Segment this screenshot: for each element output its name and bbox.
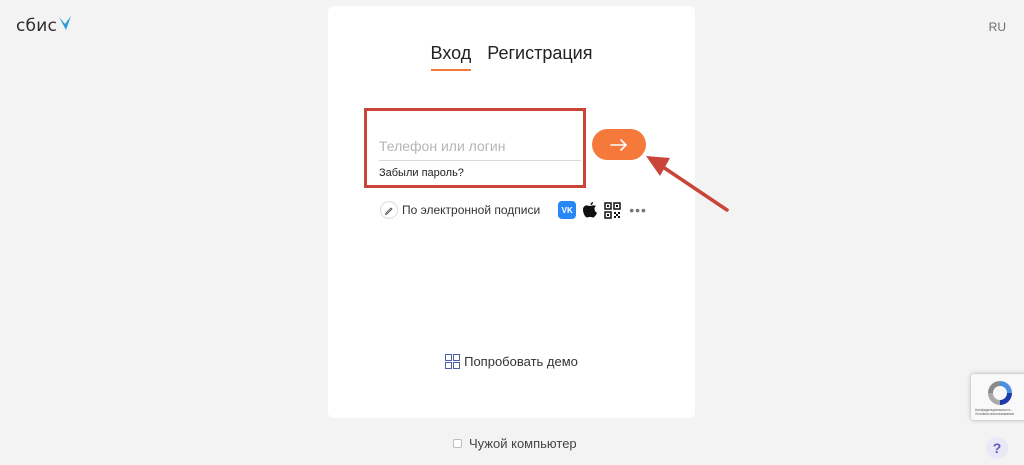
recaptcha-icon — [988, 381, 1012, 405]
grid-icon — [445, 354, 461, 369]
logo-text: сбис — [16, 16, 58, 36]
foreign-computer-checkbox[interactable] — [453, 439, 462, 448]
tab-registration[interactable]: Регистрация — [487, 43, 592, 71]
vk-icon[interactable]: VK — [558, 201, 577, 219]
logo-check-icon — [59, 16, 72, 30]
foreign-computer-label: Чужой компьютер — [469, 436, 577, 451]
social-login-icons: VK ••• — [558, 201, 647, 219]
language-switcher[interactable]: RU — [989, 20, 1006, 34]
sbis-logo[interactable]: сбис — [16, 16, 72, 36]
forgot-password-link[interactable]: Забыли пароль? — [379, 167, 464, 179]
auth-tabs: Вход Регистрация — [328, 43, 695, 71]
login-input[interactable] — [379, 134, 581, 161]
alternative-login-row: По электронной подписи VK ••• — [380, 201, 647, 219]
demo-label: Попробовать демо — [464, 354, 578, 369]
recaptcha-badge[interactable]: Конфиденциальность - Условия использован… — [971, 374, 1024, 420]
recaptcha-terms[interactable]: Конфиденциальность - Условия использован… — [975, 408, 1024, 416]
login-card: Вход Регистрация Забыли пароль? По элект… — [328, 6, 695, 418]
help-button[interactable]: ? — [986, 437, 1008, 459]
foreign-computer-option[interactable]: Чужой компьютер — [453, 436, 577, 451]
more-icon[interactable]: ••• — [629, 203, 647, 217]
qr-code-icon[interactable] — [604, 201, 621, 219]
try-demo-link[interactable]: Попробовать демо — [328, 354, 695, 369]
esign-label: По электронной подписи — [402, 203, 541, 217]
apple-icon[interactable] — [582, 201, 598, 219]
esign-login-button[interactable]: По электронной подписи — [380, 201, 540, 219]
submit-button[interactable] — [592, 129, 646, 160]
arrow-right-icon — [610, 138, 627, 151]
tab-login[interactable]: Вход — [430, 43, 472, 71]
pen-icon — [380, 201, 398, 219]
